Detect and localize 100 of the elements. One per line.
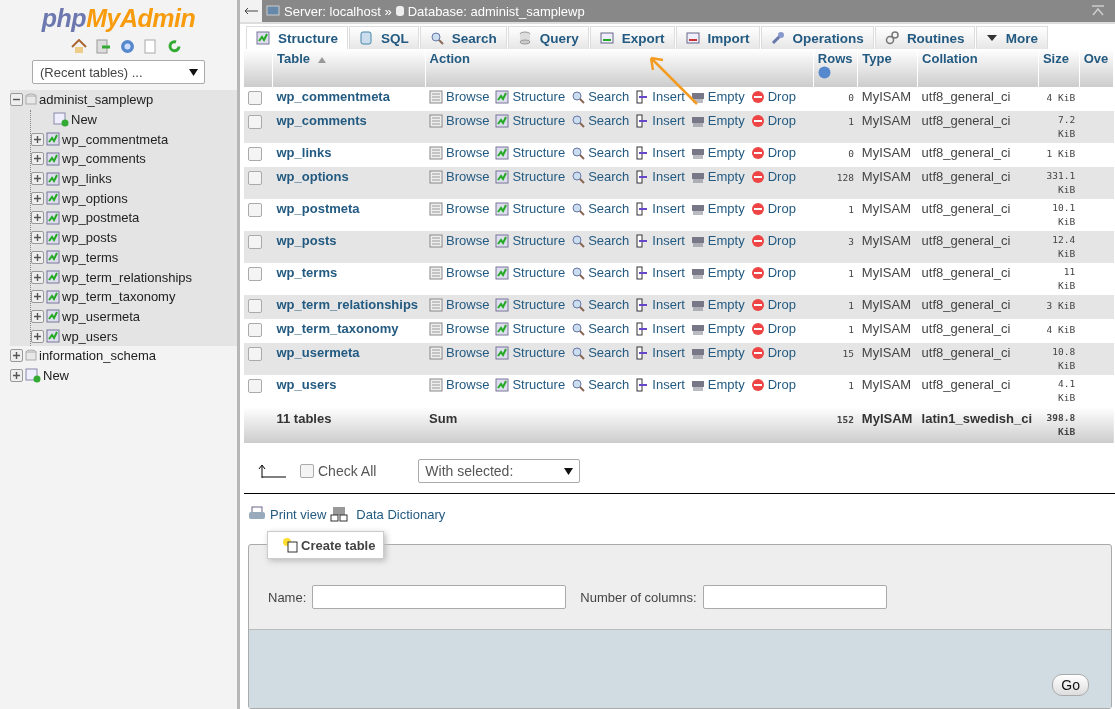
with-selected-dropdown[interactable]: With selected: [418,459,581,483]
action-link[interactable]: Drop [750,89,796,104]
row-checkbox[interactable] [248,298,262,313]
tab[interactable]: Import [675,26,760,49]
expand-icon[interactable] [31,132,44,146]
row-checkbox[interactable] [248,170,262,185]
tree-item[interactable]: New [71,112,97,128]
column-header[interactable]: Table [272,49,426,87]
expand-icon[interactable] [31,152,44,166]
tree-item[interactable]: wp_term_relationships [62,269,193,285]
action-link[interactable]: Browse [429,201,490,216]
check-all-checkbox[interactable]: Check All [300,463,377,479]
action-link[interactable]: Structure [495,377,566,392]
expand-icon[interactable] [31,211,44,225]
go-button[interactable]: Go [1052,674,1089,696]
action-link[interactable]: Empty [690,89,745,104]
columns-input-field[interactable] [702,585,887,609]
home-icon[interactable] [71,39,87,54]
breadcrumb-link[interactable]: Database: administ_samplewp [407,3,585,19]
expand-icon[interactable] [31,172,44,186]
action-link[interactable]: Drop [750,265,796,280]
tree-item[interactable]: administ_samplewp [39,92,154,108]
action-link[interactable]: Structure [495,145,566,160]
tree-item[interactable]: wp_comments [62,151,146,167]
expand-icon[interactable] [31,309,44,323]
tree-item[interactable]: wp_users [62,328,118,344]
table-name-link[interactable]: wp_users [276,377,337,392]
action-link[interactable]: Structure [495,345,566,360]
action-link[interactable]: Empty [690,297,745,312]
tab[interactable]: Structure [246,26,348,49]
tab[interactable]: Routines [874,26,975,49]
row-checkbox[interactable] [248,234,262,249]
action-link[interactable]: Browse [429,169,490,184]
table-name-link[interactable]: wp_comments [276,113,367,128]
action-link[interactable]: Structure [495,321,566,336]
action-link[interactable]: Search [571,113,630,128]
reload-icon[interactable] [167,39,182,54]
action-link[interactable]: Drop [750,201,796,216]
action-link[interactable]: Search [571,297,630,312]
action-link[interactable]: Empty [690,169,745,184]
column-header[interactable]: Type [857,49,918,87]
row-checkbox[interactable] [248,322,262,337]
tree-item[interactable]: wp_usermeta [62,308,141,324]
action-link[interactable]: Insert [635,113,685,128]
action-link[interactable]: Drop [750,169,796,184]
table-name-link[interactable]: wp_usermeta [276,345,360,360]
action-link[interactable]: Insert [635,233,685,248]
collapse-icon[interactable] [10,93,23,107]
action-link[interactable]: Insert [635,89,685,104]
name-input-field[interactable] [312,585,567,609]
tree-item[interactable]: wp_commentmeta [62,131,169,147]
row-checkbox[interactable] [248,378,262,393]
tree-item[interactable]: New [43,367,69,383]
action-link[interactable]: Structure [495,201,566,216]
action-link[interactable]: Browse [429,89,490,104]
action-link[interactable]: Insert [635,321,685,336]
action-link[interactable]: Browse [429,377,490,392]
action-link[interactable]: Insert [635,377,685,392]
action-link[interactable]: Structure [495,265,566,280]
action-link[interactable]: Browse [429,233,490,248]
row-checkbox[interactable] [248,266,262,281]
row-checkbox[interactable] [248,202,262,217]
action-link[interactable]: Empty [690,377,745,392]
table-name-link[interactable]: wp_postmeta [276,201,360,216]
row-checkbox[interactable] [248,114,262,129]
table-name-link[interactable]: wp_term_taxonomy [276,321,399,336]
tree-item[interactable]: wp_links [62,171,112,187]
action-link[interactable]: Empty [690,113,745,128]
action-link[interactable]: Structure [495,233,566,248]
print-view-link[interactable]: Print view [270,506,327,522]
expand-icon[interactable] [10,368,23,382]
table-name-link[interactable]: wp_commentmeta [276,89,390,104]
action-link[interactable]: Empty [690,265,745,280]
action-link[interactable]: Search [571,321,630,336]
back-button[interactable] [240,0,262,22]
help-icon[interactable] [120,39,135,54]
action-link[interactable]: Browse [429,297,490,312]
table-name-link[interactable]: wp_term_relationships [276,297,419,312]
action-link[interactable]: Structure [495,89,566,104]
expand-icon[interactable] [31,290,44,304]
expand-icon[interactable] [31,231,44,245]
document-icon[interactable] [144,39,158,54]
expand-icon[interactable] [10,349,23,363]
action-link[interactable]: Search [571,345,630,360]
action-link[interactable]: Empty [690,345,745,360]
action-link[interactable]: Insert [635,265,685,280]
action-link[interactable]: Browse [429,321,490,336]
tab[interactable]: Search [419,26,507,49]
column-header[interactable]: Collation [917,49,1039,87]
action-link[interactable]: Structure [495,297,566,312]
action-link[interactable]: Search [571,169,630,184]
action-link[interactable]: Browse [429,113,490,128]
tree-item[interactable]: wp_terms [62,249,119,265]
action-link[interactable]: Insert [635,145,685,160]
expand-icon[interactable] [31,329,44,343]
action-link[interactable]: Browse [429,265,490,280]
row-checkbox[interactable] [248,346,262,361]
table-name-link[interactable]: wp_terms [276,265,338,280]
action-link[interactable]: Empty [690,201,745,216]
action-link[interactable]: Browse [429,145,490,160]
